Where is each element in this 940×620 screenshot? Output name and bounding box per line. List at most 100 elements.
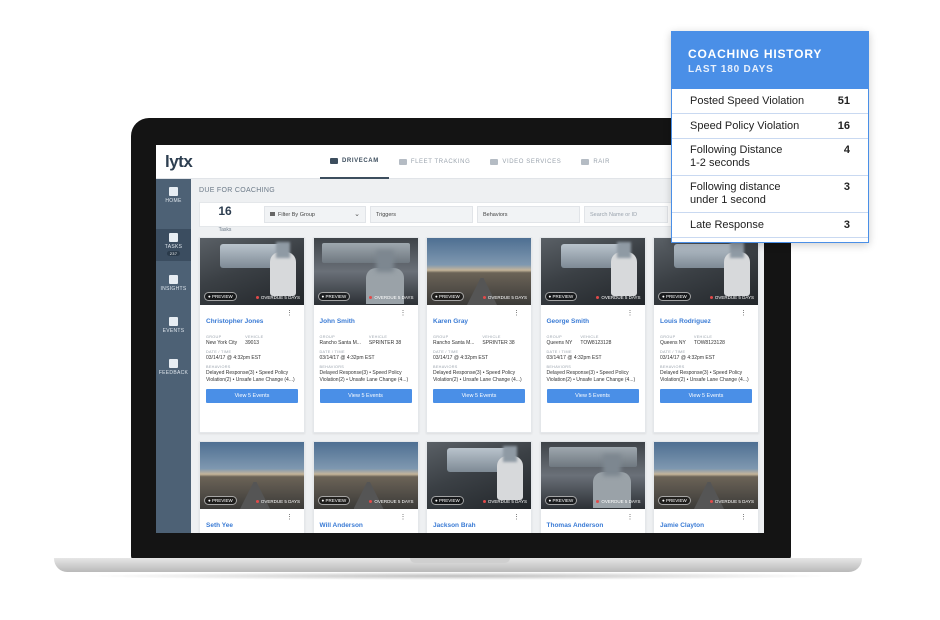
preview-button[interactable]: ● PREVIEW <box>658 292 691 301</box>
card-meta: GROUP Rancho Santa M... VEHICLE SPRINTER 38 <box>433 335 525 346</box>
behaviors-filter[interactable]: Behaviors <box>477 206 580 223</box>
video-thumbnail[interactable]: ● PREVIEW OVERDUE 5 DAYS <box>540 238 645 305</box>
preview-button[interactable]: ● PREVIEW <box>204 496 237 505</box>
coaching-card[interactable]: ● PREVIEW OVERDUE 5 DAYS Jackson Brah ⋮ <box>426 441 532 533</box>
view-events-button[interactable]: View 5 Events <box>319 389 412 403</box>
overdue-badge: OVERDUE 5 DAYS <box>596 499 641 504</box>
search-input[interactable]: Search Name or ID <box>584 206 668 223</box>
coaching-card[interactable]: ● PREVIEW OVERDUE 5 DAYS George Smith ⋮ GROU… <box>539 237 646 433</box>
vehicle-label: VEHICLE <box>580 335 599 339</box>
view-events-button[interactable]: View 5 Events <box>660 389 752 403</box>
card-header: Will Anderson ⋮ <box>320 514 412 532</box>
video-thumbnail[interactable]: ● PREVIEW OVERDUE 5 DAYS <box>654 442 758 509</box>
more-options-icon[interactable]: ⋮ <box>400 513 407 521</box>
preview-button[interactable]: ● PREVIEW <box>204 292 237 301</box>
coaching-card[interactable]: ● PREVIEW OVERDUE 5 DAYS Louis Rodriguez ⋮ G… <box>653 237 759 433</box>
coaching-card[interactable]: ● PREVIEW OVERDUE 5 DAYS Jamie Clayton ⋮ <box>653 441 759 533</box>
coaching-card[interactable]: ● PREVIEW OVERDUE 5 DAYS Thomas Anderson ⋮ <box>539 441 646 533</box>
nav-tab-label: RAIR <box>593 159 611 165</box>
coaching-card[interactable]: ● PREVIEW OVERDUE 5 DAYS Will Anderson ⋮ <box>312 441 419 533</box>
alert-dot-icon <box>709 500 713 504</box>
coaching-card[interactable]: ● PREVIEW OVERDUE 5 DAYS Christopher Jones… <box>199 237 305 433</box>
vehicle-field: VEHICLE SPRINTER 38 <box>482 335 514 346</box>
more-options-icon[interactable]: ⋮ <box>286 309 293 317</box>
overdue-label: OVERDUE 5 DAYS <box>487 295 527 300</box>
driver-name-link[interactable]: John Smith <box>320 318 355 325</box>
preview-button[interactable]: ● PREVIEW <box>544 292 578 301</box>
vehicle-label: VEHICLE <box>368 335 388 339</box>
more-options-icon[interactable]: ⋮ <box>286 513 293 521</box>
triggers-filter[interactable]: Triggers <box>370 206 473 223</box>
nav-tab-fleet-tracking[interactable]: FLEET TRACKING <box>389 145 481 179</box>
more-options-icon[interactable]: ⋮ <box>627 513 634 521</box>
sidebar-item-home[interactable]: HOME <box>156 187 191 204</box>
road <box>240 482 270 509</box>
video-thumbnail[interactable]: ● PREVIEW OVERDUE 5 DAYS <box>427 238 531 305</box>
preview-button[interactable]: ● PREVIEW <box>317 292 351 301</box>
vehicle-label: VEHICLE <box>245 335 264 339</box>
card-header: Seth Yee ⋮ <box>206 514 298 532</box>
datetime-value: 03/14/17 @ 4:32pm EST <box>546 355 602 361</box>
coaching-card[interactable]: ● PREVIEW OVERDUE 5 DAYS Seth Yee ⋮ <box>199 441 305 533</box>
driver-name-link[interactable]: Thomas Anderson <box>547 522 604 529</box>
video-thumbnail[interactable]: ● PREVIEW OVERDUE 5 DAYS <box>200 442 304 509</box>
driver-name-link[interactable]: Louis Rodriguez <box>660 318 711 325</box>
video-thumbnail[interactable]: ● PREVIEW OVERDUE 5 DAYS <box>540 442 645 509</box>
driver <box>497 456 523 500</box>
behaviors-field: BEHAVIORS Delayed Response(3) • Speed Pol… <box>206 365 298 383</box>
view-events-button[interactable]: View 5 Events <box>546 389 639 403</box>
group-filter-icon <box>270 212 275 216</box>
driver-name-link[interactable]: Jackson Brah <box>433 522 476 529</box>
task-count-label: Tasks <box>218 227 232 233</box>
nav-tab-drivecam[interactable]: DRIVECAM <box>320 145 389 179</box>
group-field: GROUP Rancho Santa M... <box>320 335 361 346</box>
behaviors-field: BEHAVIORS Delayed Response(3) • Speed Pol… <box>433 365 525 383</box>
sidebar-item-events[interactable]: EVENTS <box>156 317 191 334</box>
vehicle-value: TOW8123128 <box>693 340 725 346</box>
preview-button[interactable]: ● PREVIEW <box>431 496 464 505</box>
group-filter-select[interactable]: Filter By Group ⌄ <box>264 206 366 223</box>
video-thumbnail[interactable]: ● PREVIEW OVERDUE 5 DAYS <box>313 238 418 305</box>
group-label: GROUP <box>319 335 335 339</box>
preview-button[interactable]: ● PREVIEW <box>317 496 351 505</box>
vehicle-field: VEHICLE 39013 <box>245 335 263 346</box>
sidebar-item-tasks[interactable]: TASKS 237 <box>156 229 191 261</box>
coaching-card[interactable]: ● PREVIEW OVERDUE 5 DAYS John Smith ⋮ GROUP R… <box>312 237 419 433</box>
preview-button[interactable]: ● PREVIEW <box>431 292 464 301</box>
nav-tab-video-services[interactable]: VIDEO SERVICES <box>480 145 571 179</box>
driver-name-link[interactable]: George Smith <box>547 318 590 325</box>
video-thumbnail[interactable]: ● PREVIEW OVERDUE 5 DAYS <box>200 238 304 305</box>
more-options-icon[interactable]: ⋮ <box>740 513 747 521</box>
report-icon <box>581 159 590 165</box>
view-events-button[interactable]: View 5 Events <box>433 389 525 403</box>
more-options-icon[interactable]: ⋮ <box>400 309 407 317</box>
video-thumbnail[interactable]: ● PREVIEW OVERDUE 5 DAYS <box>427 442 531 509</box>
sidebar-item-feedback[interactable]: FEEDBACK <box>156 359 191 376</box>
blurred-face <box>375 250 394 272</box>
more-options-icon[interactable]: ⋮ <box>513 513 520 521</box>
more-options-icon[interactable]: ⋮ <box>740 309 747 317</box>
card-body: Jamie Clayton ⋮ <box>654 509 758 533</box>
preview-button[interactable]: ● PREVIEW <box>544 496 578 505</box>
driver-name-link[interactable]: Karen Gray <box>433 318 468 325</box>
coaching-card[interactable]: ● PREVIEW OVERDUE 5 DAYS Karen Gray ⋮ GROUP R… <box>426 237 532 433</box>
driver-name-link[interactable]: Seth Yee <box>206 522 233 529</box>
video-thumbnail[interactable]: ● PREVIEW OVERDUE 5 DAYS <box>654 238 758 305</box>
tasks-icon <box>169 233 178 242</box>
behaviors-label: BEHAVIORS <box>206 365 231 369</box>
alert-dot-icon <box>709 296 713 300</box>
history-row-label: Posted Speed Violation <box>690 95 805 107</box>
nav-tab-rair[interactable]: RAIR <box>571 145 620 179</box>
overdue-badge: OVERDUE 5 DAYS <box>369 295 414 300</box>
more-options-icon[interactable]: ⋮ <box>513 309 520 317</box>
preview-button[interactable]: ● PREVIEW <box>658 496 691 505</box>
sidebar-item-insights[interactable]: INSIGHTS <box>156 275 191 292</box>
video-thumbnail[interactable]: ● PREVIEW OVERDUE 5 DAYS <box>313 442 418 509</box>
view-events-button[interactable]: View 5 Events <box>206 389 298 403</box>
datetime-value: 03/14/17 @ 4:32pm EST <box>319 355 375 361</box>
driver-name-link[interactable]: Jamie Clayton <box>660 522 704 529</box>
driver-name-link[interactable]: Christopher Jones <box>206 318 263 325</box>
driver-name-link[interactable]: Will Anderson <box>320 522 363 529</box>
history-row-label: Following distance under 1 second <box>690 181 781 206</box>
more-options-icon[interactable]: ⋮ <box>627 309 634 317</box>
